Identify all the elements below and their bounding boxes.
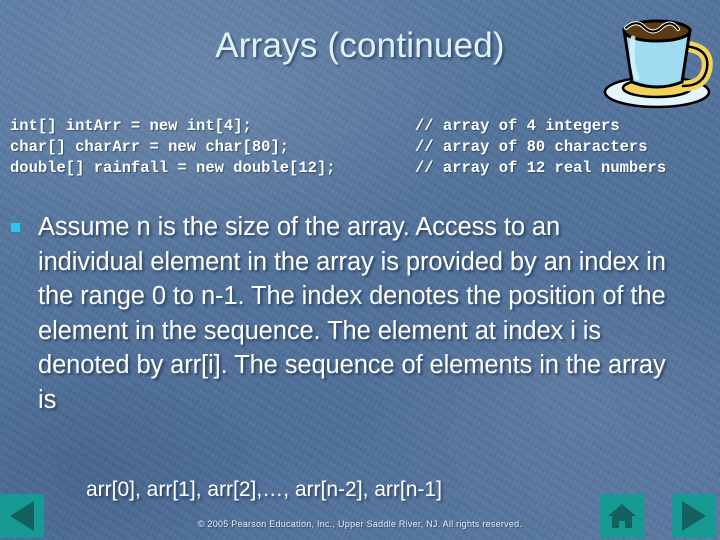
home-button[interactable] (600, 494, 644, 538)
previous-slide-button[interactable] (0, 494, 44, 538)
home-icon (608, 504, 636, 528)
bullet-square-icon (11, 223, 20, 232)
code-line: char[] charArr = new char[80]; // array … (10, 137, 716, 158)
code-declaration: char[] charArr = new char[80]; (10, 138, 290, 156)
triangle-right-icon (682, 501, 706, 531)
code-comment: // array of 80 characters (415, 138, 648, 156)
code-line: double[] rainfall = new double[12]; // a… (10, 158, 716, 179)
code-block: int[] intArr = new int[4]; // array of 4… (10, 116, 716, 179)
code-declaration: int[] intArr = new int[4]; (10, 117, 252, 135)
code-comment: // array of 4 integers (415, 117, 620, 135)
code-comment: // array of 12 real numbers (415, 159, 667, 177)
bullet-item: Assume n is the size of the array. Acces… (10, 210, 670, 417)
triangle-left-icon (10, 501, 34, 531)
presentation-slide: Arrays (continued) int[] intArr = new in… (0, 0, 720, 540)
code-declaration: double[] rainfall = new double[12]; (10, 159, 336, 177)
next-slide-button[interactable] (672, 494, 716, 538)
coffee-cup-icon (596, 2, 718, 112)
code-line: int[] intArr = new int[4]; // array of 4… (10, 116, 716, 137)
array-sequence-text: arr[0], arr[1], arr[2],…, arr[n-2], arr[… (86, 478, 442, 501)
bullet-text: Assume n is the size of the array. Acces… (38, 213, 666, 414)
